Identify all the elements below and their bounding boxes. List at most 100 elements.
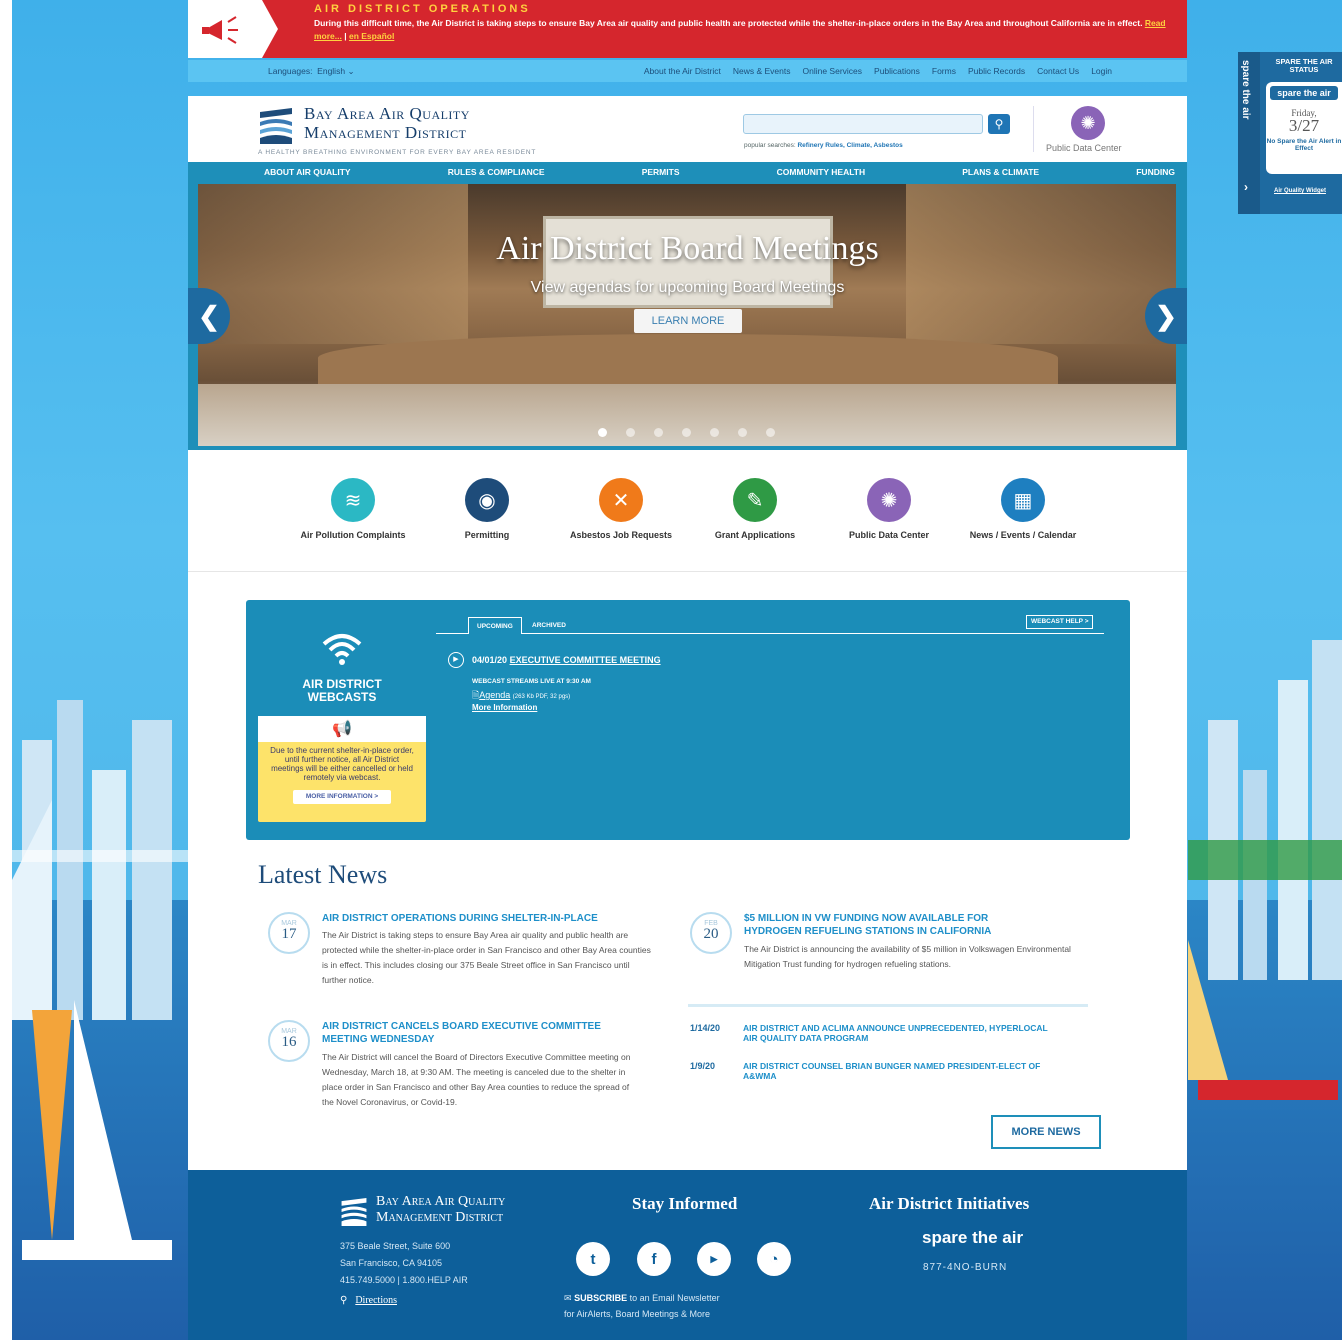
nav-rules-compliance[interactable]: RULES & COMPLIANCE xyxy=(448,162,545,182)
calendar-icon: ▦ xyxy=(1001,478,1045,522)
carousel-dot[interactable] xyxy=(626,428,635,437)
news-headline-link[interactable]: AIR DISTRICT CANCELS BOARD EXECUTIVE COM… xyxy=(322,1020,632,1046)
logo-line-2: Management District xyxy=(304,123,467,142)
email-icon: ✉ xyxy=(564,1293,572,1303)
latest-news-title: Latest News xyxy=(258,860,388,889)
utility-links: About the Air District News & Events Onl… xyxy=(644,66,1112,76)
quick-link-label: Asbestos Job Requests xyxy=(569,530,673,540)
chevron-left-icon: ❮ xyxy=(198,300,220,331)
date-badge-day: 20 xyxy=(703,926,719,942)
widget-air-quality-link[interactable]: Air Quality Widget xyxy=(1274,188,1326,194)
quick-link-permitting[interactable]: ◉ Permitting xyxy=(422,478,552,540)
carousel-dot[interactable] xyxy=(766,428,775,437)
popular-searches-links[interactable]: Refinery Rules, Climate, Asbestos xyxy=(797,142,902,149)
subscribe-line-2: for AirAlerts, Board Meetings & More xyxy=(564,1309,711,1319)
public-data-center-icon[interactable]: ✺ xyxy=(1071,106,1105,140)
quick-link-label: Grant Applications xyxy=(714,530,796,540)
site-header: Bay Area Air Quality Management District… xyxy=(188,96,1187,162)
quick-link-complaints[interactable]: ≋ Air Pollution Complaints xyxy=(288,478,418,540)
quick-link-data-center[interactable]: ✺ Public Data Center xyxy=(824,478,954,540)
main-content: AIR DISTRICT WEBCASTS 📢 Due to the curre… xyxy=(188,572,1187,1170)
popular-searches: popular searches: Refinery Rules, Climat… xyxy=(744,142,903,149)
facebook-icon[interactable]: f xyxy=(637,1242,671,1276)
directions-link[interactable]: Directions xyxy=(355,1295,397,1306)
carousel-dot[interactable] xyxy=(738,428,747,437)
quick-link-news-calendar[interactable]: ▦ News / Events / Calendar xyxy=(958,478,1088,540)
utility-link-contact[interactable]: Contact Us xyxy=(1037,66,1079,76)
news-list-title-link[interactable]: AIR DISTRICT AND ACLIMA ANNOUNCE UNPRECE… xyxy=(743,1023,1063,1043)
page-edge xyxy=(0,0,12,1340)
footer-logo-line-1: Bay Area Air Quality xyxy=(376,1194,506,1209)
youtube-icon[interactable]: ▶ xyxy=(697,1242,731,1276)
tab-upcoming[interactable]: UPCOMING xyxy=(468,617,522,634)
carousel-dot[interactable] xyxy=(654,428,663,437)
news-list-title-link[interactable]: AIR DISTRICT COUNSEL BRIAN BUNGER NAMED … xyxy=(743,1061,1063,1081)
chevron-right-icon: ❯ xyxy=(1155,300,1177,331)
utility-link-forms[interactable]: Forms xyxy=(932,66,956,76)
alert-espanol-link[interactable]: en Español xyxy=(349,31,394,41)
site-tagline: A HEALTHY BREATHING ENVIRONMENT FOR EVER… xyxy=(258,149,537,156)
footer-address-line-1: 375 Beale Street, Suite 600 xyxy=(340,1241,451,1251)
twitter-icon[interactable]: t xyxy=(576,1242,610,1276)
search-button[interactable]: ⚲ xyxy=(988,114,1010,134)
nav-funding[interactable]: FUNDING xyxy=(1136,162,1175,182)
spare-the-air-logo[interactable]: spare the air xyxy=(922,1228,1023,1248)
utility-link-public-records[interactable]: Public Records xyxy=(968,66,1025,76)
webcast-more-info-link[interactable]: More Information xyxy=(472,703,537,712)
hero-learn-more-button[interactable]: LEARN MORE xyxy=(634,309,742,333)
language-value[interactable]: English xyxy=(317,66,345,76)
site-footer: Bay Area Air Quality Management District… xyxy=(188,1170,1187,1340)
carousel-dot[interactable] xyxy=(682,428,691,437)
language-selector[interactable]: Languages: English ⌄ xyxy=(268,66,355,77)
logo-line-1: Bay Area Air Quality xyxy=(304,104,470,123)
more-news-button[interactable]: MORE NEWS xyxy=(991,1115,1101,1149)
site-logo-text[interactable]: Bay Area Air Quality Management District xyxy=(304,104,470,142)
webcast-tabs: UPCOMING ARCHIVED xyxy=(436,614,1104,634)
initiatives-heading: Air District Initiatives xyxy=(869,1194,1030,1213)
carousel-dot[interactable] xyxy=(598,428,607,437)
subscribe-text: to an Email Newsletter xyxy=(627,1293,720,1303)
baaqmd-logo-icon[interactable] xyxy=(340,1196,368,1228)
footer-directions[interactable]: ⚲ Directions xyxy=(340,1295,397,1306)
quick-link-label: Public Data Center xyxy=(848,530,930,540)
newsletter-subscribe[interactable]: ✉ SUBSCRIBE to an Email Newsletter for A… xyxy=(564,1290,720,1322)
widget-side-tab[interactable]: spare the air › xyxy=(1238,52,1260,214)
background-city-right xyxy=(1188,640,1342,1100)
quick-link-asbestos[interactable]: ✕ Asbestos Job Requests xyxy=(556,478,686,540)
chevron-right-icon[interactable]: › xyxy=(1244,180,1248,194)
utility-link-login[interactable]: Login xyxy=(1091,66,1112,76)
utility-link-about[interactable]: About the Air District xyxy=(644,66,721,76)
webcast-more-info-button[interactable]: MORE INFORMATION > xyxy=(293,790,391,804)
hero-carousel: Air District Board Meetings View agendas… xyxy=(188,182,1187,450)
utility-link-publications[interactable]: Publications xyxy=(874,66,920,76)
quick-link-grants[interactable]: ✎ Grant Applications xyxy=(690,478,820,540)
nav-community-health[interactable]: COMMUNITY HEALTH xyxy=(777,162,865,182)
nav-plans-climate[interactable]: PLANS & CLIMATE xyxy=(962,162,1039,182)
tab-archived[interactable]: ARCHIVED xyxy=(524,617,574,634)
utility-link-news[interactable]: News & Events xyxy=(733,66,791,76)
utility-link-online-services[interactable]: Online Services xyxy=(803,66,863,76)
date-badge-day: 16 xyxy=(281,1034,297,1050)
subscribe-link[interactable]: SUBSCRIBE xyxy=(574,1293,627,1303)
widget-heading: SPARE THE AIR STATUS xyxy=(1275,57,1333,74)
webcast-event-title-link[interactable]: EXECUTIVE COMMITTEE MEETING xyxy=(510,655,661,665)
webcast-event-date: 04/01/20 xyxy=(472,655,508,665)
baaqmd-logo-icon[interactable] xyxy=(258,106,294,146)
play-icon[interactable]: ▶ xyxy=(448,652,464,668)
nav-permits[interactable]: PERMITS xyxy=(642,162,680,182)
alert-body: During this difficult time, the Air Dist… xyxy=(314,18,1143,28)
rss-icon[interactable]: ◔ xyxy=(757,1242,791,1276)
carousel-dot[interactable] xyxy=(710,428,719,437)
webcast-agenda-link[interactable]: Agenda xyxy=(479,690,510,700)
page-container: AIR DISTRICT OPERATIONS During this diff… xyxy=(188,0,1187,1340)
news-headline-link[interactable]: $5 MILLION IN VW FUNDING NOW AVAILABLE F… xyxy=(744,912,1044,938)
search-input[interactable] xyxy=(743,114,983,134)
footer-logo-text[interactable]: Bay Area Air Quality Management District xyxy=(376,1194,505,1226)
webcast-help-button[interactable]: WEBCAST HELP > xyxy=(1026,615,1094,629)
webcast-panel: AIR DISTRICT WEBCASTS 📢 Due to the curre… xyxy=(246,600,1130,840)
search-icon: ⚲ xyxy=(994,117,1004,131)
language-label: Languages: xyxy=(268,66,313,76)
news-headline-link[interactable]: AIR DISTRICT OPERATIONS DURING SHELTER-I… xyxy=(322,912,652,925)
public-data-center-link[interactable]: Public Data Center xyxy=(1046,143,1122,153)
nav-about-air-quality[interactable]: ABOUT AIR QUALITY xyxy=(264,162,351,182)
